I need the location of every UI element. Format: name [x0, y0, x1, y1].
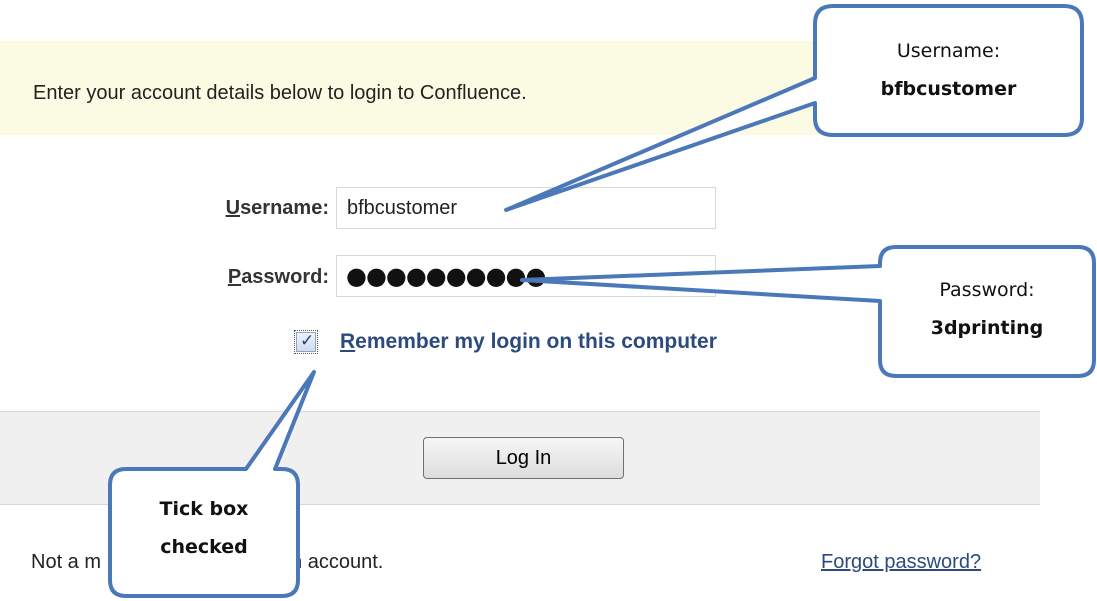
- tickbox-callout-line2: checked: [160, 536, 248, 558]
- username-callout-line1: Username:: [896, 40, 1001, 62]
- username-callout-text: Username: bfbcustomer: [815, 32, 1082, 108]
- password-callout-line2: 3dprinting: [930, 317, 1044, 339]
- username-callout-line2: bfbcustomer: [880, 78, 1017, 100]
- tickbox-callout-line1: Tick box: [159, 498, 249, 520]
- password-callout-text: Password: 3dprinting: [880, 271, 1094, 347]
- password-callout-line1: Password:: [939, 279, 1035, 301]
- tickbox-callout-text: Tick box checked: [110, 490, 298, 566]
